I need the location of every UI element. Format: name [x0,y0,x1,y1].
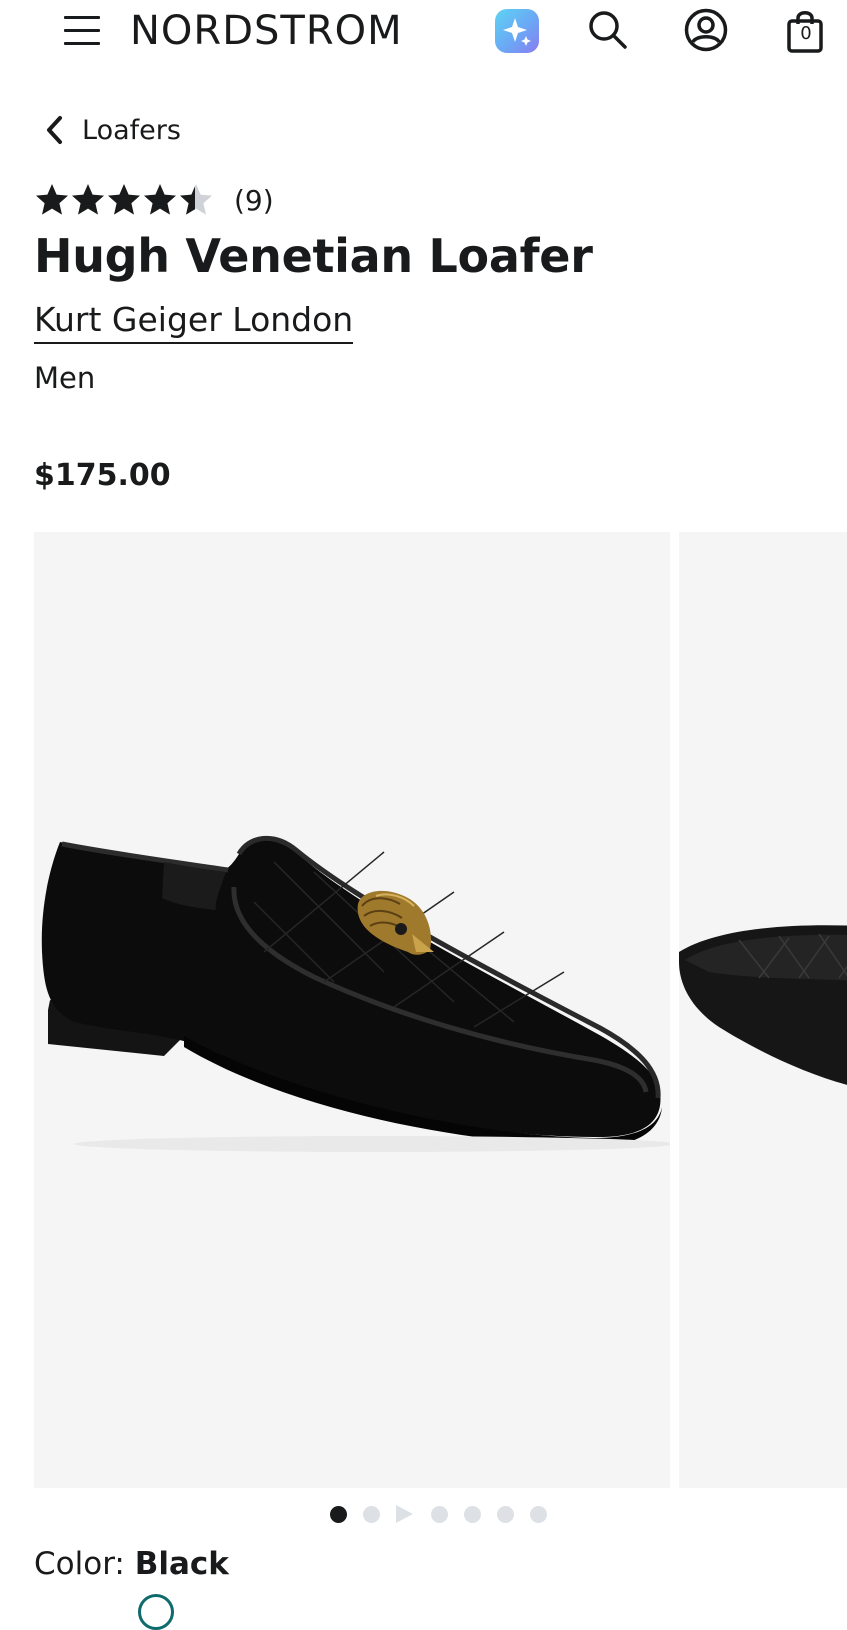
search-icon[interactable] [586,8,630,52]
product-price: $175.00 [34,458,171,493]
carousel-dot-7[interactable] [530,1505,547,1523]
color-swatch-selected[interactable] [138,1594,174,1630]
product-gender: Men [34,361,96,395]
breadcrumb-back-link[interactable]: Loafers [44,110,181,150]
product-image-next[interactable] [679,532,847,1488]
bag-count-badge: 0 [800,23,812,44]
star-rating [34,182,216,218]
carousel-dot-2[interactable] [363,1505,380,1523]
top-header: NORDSTROM 0 [0,0,847,64]
carousel-dot-6[interactable] [497,1505,514,1523]
review-count: (9) [234,183,274,217]
carousel-dot-5[interactable] [464,1505,481,1523]
carousel-pagination [330,1505,563,1523]
loafer-side-view-image [41,835,674,1152]
carousel-dot-4[interactable] [431,1505,448,1523]
color-label: Color: [34,1546,125,1582]
breadcrumb-label: Loafers [82,114,181,146]
video-play-icon[interactable] [396,1505,413,1523]
product-image-main[interactable] [34,532,674,1488]
product-title: Hugh Venetian Loafer [34,229,593,283]
carousel-dot-1[interactable] [330,1505,347,1523]
product-image-carousel[interactable] [34,532,847,1488]
chevron-left-icon [47,116,62,144]
star-icons [36,184,212,215]
menu-icon[interactable] [64,14,100,48]
nordstrom-logo[interactable]: NORDSTROM [130,6,403,56]
product-rating[interactable]: (9) [34,180,274,220]
brand-link[interactable]: Kurt Geiger London [34,298,354,344]
color-value: Black [134,1546,229,1582]
loafer-top-view-image [679,925,847,1085]
ai-assistant-icon[interactable] [495,9,539,53]
color-selector-label: Color: Black [34,1544,229,1584]
account-icon[interactable] [684,8,728,52]
